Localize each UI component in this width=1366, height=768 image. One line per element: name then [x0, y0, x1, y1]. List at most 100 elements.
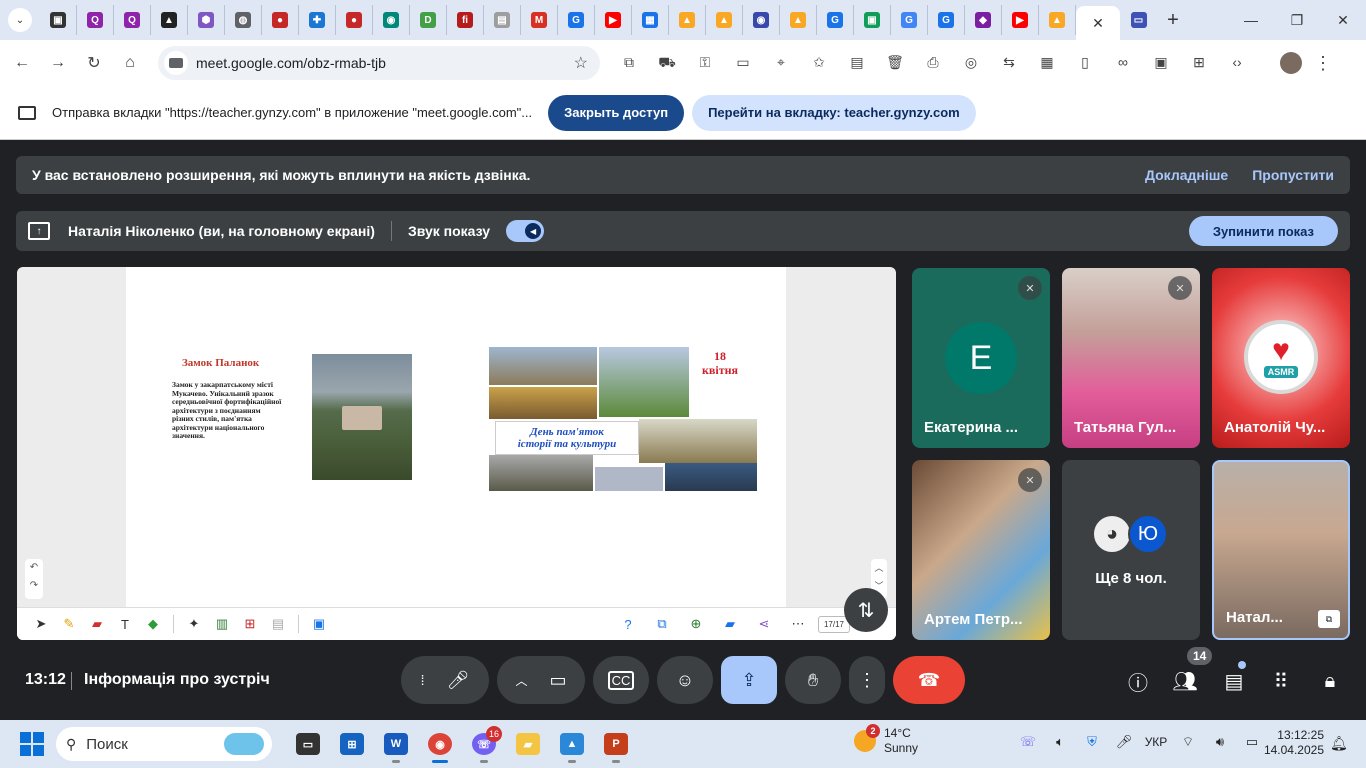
- captions-button[interactable]: CC: [593, 656, 649, 704]
- host-controls-icon[interactable]: 🔒︎: [1317, 668, 1343, 694]
- present-button[interactable]: ⇪: [721, 656, 777, 704]
- close-window-icon[interactable]: ✕: [1320, 12, 1366, 29]
- browser-tab[interactable]: ▲: [1039, 5, 1076, 35]
- browser-tab[interactable]: ◆: [965, 5, 1002, 35]
- browser-tab[interactable]: ▶: [1002, 5, 1039, 35]
- info-icon[interactable]: ⓘ: [1125, 668, 1151, 695]
- browser-tab[interactable]: ▲: [706, 5, 743, 35]
- print-icon[interactable]: ⎙: [914, 54, 952, 73]
- chrome-app[interactable]: ◉: [418, 724, 462, 764]
- layers-icon[interactable]: ▤: [264, 616, 292, 632]
- pen-icon[interactable]: ✎: [55, 616, 83, 632]
- start-icon[interactable]: [20, 732, 44, 756]
- chevron-up-icon[interactable]: ︿: [515, 672, 527, 689]
- swap-layout-icon[interactable]: ⇅: [844, 588, 888, 632]
- browser-tab[interactable]: M: [521, 5, 558, 35]
- translate-icon[interactable]: ⇆: [990, 54, 1028, 73]
- defender-icon[interactable]: ⛨: [1076, 734, 1108, 750]
- browser-tab[interactable]: Q: [114, 5, 151, 35]
- browser-tab[interactable]: G: [817, 5, 854, 35]
- pip-icon[interactable]: ⧉: [1318, 610, 1340, 628]
- participant-tile[interactable]: ♥ ASMR Анатолій Чу...: [1212, 268, 1350, 448]
- eraser-icon[interactable]: ▰: [83, 616, 111, 632]
- camera-icon[interactable]: ▭: [550, 670, 567, 691]
- url-text[interactable]: meet.google.com/obz-rmab-tjb: [196, 55, 386, 71]
- undo-icon[interactable]: ↶: [30, 562, 38, 573]
- link-icon[interactable]: ∞: [1104, 54, 1142, 73]
- store-app[interactable]: ⊞: [330, 724, 374, 764]
- notifications-icon[interactable]: 🔔︎: [1330, 735, 1348, 752]
- widgets-icon[interactable]: ⊞: [236, 616, 264, 632]
- close-icon[interactable]: ✕: [1092, 15, 1104, 32]
- undo-redo-control[interactable]: ↶ ↷: [25, 559, 43, 599]
- browser-tab[interactable]: ▲: [780, 5, 817, 35]
- taskbar-search[interactable]: ⚲ Поиск: [56, 727, 272, 761]
- browser-tab[interactable]: ⬢: [188, 5, 225, 35]
- speaker-icon[interactable]: 🔊︎: [1204, 734, 1236, 750]
- reload-icon[interactable]: ↻: [76, 47, 112, 79]
- browser-tab[interactable]: ▲: [151, 5, 188, 35]
- browser-tab[interactable]: ✚: [299, 5, 336, 35]
- key-icon[interactable]: ⚿: [686, 54, 724, 73]
- library-icon[interactable]: ▥: [208, 616, 236, 632]
- extensions-icon[interactable]: ⧉: [610, 54, 648, 73]
- reactions-button[interactable]: ☺: [657, 656, 713, 704]
- browser-tab[interactable]: ▣: [40, 5, 77, 35]
- browser-tab[interactable]: G: [558, 5, 595, 35]
- powerpoint-app[interactable]: P: [594, 724, 638, 764]
- stop-presenting-button[interactable]: Зупинити показ: [1188, 216, 1338, 246]
- browser-tab[interactable]: ▣: [854, 5, 891, 35]
- forward-icon[interactable]: →: [40, 47, 76, 79]
- profile-avatar[interactable]: [1280, 52, 1302, 74]
- word-app[interactable]: W: [374, 724, 418, 764]
- learn-more-link[interactable]: Докладніше: [1145, 167, 1228, 183]
- browser-tab[interactable]: ▲: [669, 5, 706, 35]
- browser-tab[interactable]: ●: [262, 5, 299, 35]
- tab-extra[interactable]: ▭: [1120, 5, 1157, 35]
- volume-icon[interactable]: 🔈︎: [1044, 734, 1076, 750]
- tools-icon[interactable]: ✦: [180, 616, 208, 632]
- reader-mode-icon[interactable]: ▯: [1066, 54, 1104, 73]
- devices-icon[interactable]: ▣: [1142, 54, 1180, 73]
- mic-icon[interactable]: 🎤︎: [447, 670, 470, 691]
- participant-tile[interactable]: ✕ Татьяна Гул...: [1062, 268, 1200, 448]
- code-icon[interactable]: ‹›: [1218, 54, 1256, 73]
- browser-tab[interactable]: G: [928, 5, 965, 35]
- help-icon[interactable]: ?: [614, 617, 642, 632]
- leave-call-button[interactable]: ☎︎: [893, 656, 965, 704]
- language-indicator[interactable]: УКР: [1140, 735, 1172, 749]
- browser-tab[interactable]: ▤: [484, 5, 521, 35]
- home-icon[interactable]: ⌂: [112, 47, 148, 79]
- stop-sharing-button[interactable]: Закрыть доступ: [548, 94, 685, 131]
- tab-active-close[interactable]: ✕: [1076, 6, 1120, 40]
- site-info-icon[interactable]: [164, 51, 188, 75]
- star-list-icon[interactable]: ✩: [800, 54, 838, 73]
- more-icon[interactable]: ⋯: [784, 616, 812, 632]
- redo-icon[interactable]: ↷: [30, 580, 38, 591]
- weather-widget[interactable]: 2 14°C Sunny: [854, 724, 918, 756]
- browser-tab[interactable]: fi: [447, 5, 484, 35]
- chevron-up-icon[interactable]: ︿: [874, 563, 883, 573]
- share-audio-toggle[interactable]: ◀: [506, 220, 545, 242]
- screen-icon[interactable]: ▣: [305, 616, 333, 632]
- qr-code-icon[interactable]: ▦: [1028, 54, 1066, 73]
- folder-icon[interactable]: ▰: [716, 616, 744, 632]
- self-tile[interactable]: Натал... ⧉: [1212, 460, 1350, 640]
- raise-hand-button[interactable]: ✋︎: [785, 656, 841, 704]
- more-participants-tile[interactable]: ◕ Ю Ще 8 чол.: [1062, 460, 1200, 640]
- text-icon[interactable]: T: [111, 617, 139, 632]
- browser-tab[interactable]: G: [891, 5, 928, 35]
- browser-tab[interactable]: Q: [77, 5, 114, 35]
- participant-tile[interactable]: ✕ Е Екатерина ...: [912, 268, 1050, 448]
- bookmark-star-icon[interactable]: ☆: [574, 53, 588, 73]
- card-icon[interactable]: ▭: [724, 54, 762, 73]
- browser-tab[interactable]: ◉: [373, 5, 410, 35]
- mic-tray-icon[interactable]: 🎤︎: [1108, 734, 1140, 750]
- activities-icon[interactable]: ⠿: [1268, 668, 1294, 694]
- new-tab-button[interactable]: +: [1157, 9, 1189, 32]
- browser-tab[interactable]: ●: [336, 5, 373, 35]
- lens-icon[interactable]: ◎: [952, 54, 990, 73]
- viber-tray-icon[interactable]: ☏: [1012, 734, 1044, 750]
- pointer-icon[interactable]: ➤: [27, 616, 55, 632]
- shapes-icon[interactable]: ◆: [139, 616, 167, 632]
